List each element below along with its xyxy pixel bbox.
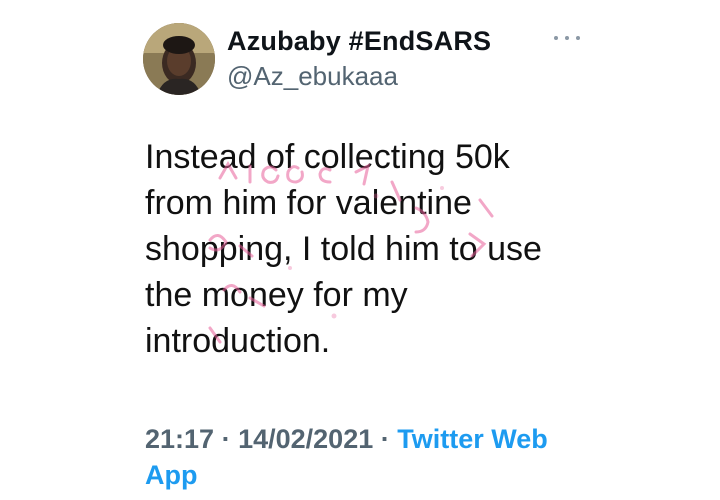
separator-dot: · bbox=[380, 424, 390, 454]
dot bbox=[554, 36, 558, 40]
dot bbox=[576, 36, 580, 40]
tweet-date[interactable]: 14/02/2021 bbox=[238, 424, 373, 454]
tweet-text-line: shopping, I told him to use bbox=[145, 230, 542, 268]
dot bbox=[565, 36, 569, 40]
avatar[interactable] bbox=[143, 23, 215, 95]
author-handle[interactable]: @Az_ebukaaa bbox=[227, 61, 398, 92]
tweet-text-line: introduction. bbox=[145, 322, 331, 360]
tweet-text-line: the money for my bbox=[145, 276, 408, 314]
avatar-image bbox=[143, 23, 215, 95]
more-options-icon[interactable] bbox=[554, 30, 580, 46]
tweet-meta: 21:17 · 14/02/2021 · Twitter Web App bbox=[145, 421, 585, 493]
tweet-time[interactable]: 21:17 bbox=[145, 424, 214, 454]
author-display-name[interactable]: Azubaby #EndSARS bbox=[227, 26, 491, 57]
tweet-text-line: from him for valentine bbox=[145, 184, 472, 222]
tweet-card: Azubaby #EndSARS @Az_ebukaaa Instead of … bbox=[0, 0, 720, 500]
tweet-text: Instead of collecting 50k from him for v… bbox=[145, 134, 625, 364]
tweet-source-link[interactable]: Twitter Web bbox=[397, 424, 548, 454]
tweet-text-line: Instead of collecting 50k bbox=[145, 138, 510, 176]
separator-dot: · bbox=[221, 424, 231, 454]
tweet-source-link-cont[interactable]: App bbox=[145, 460, 197, 490]
